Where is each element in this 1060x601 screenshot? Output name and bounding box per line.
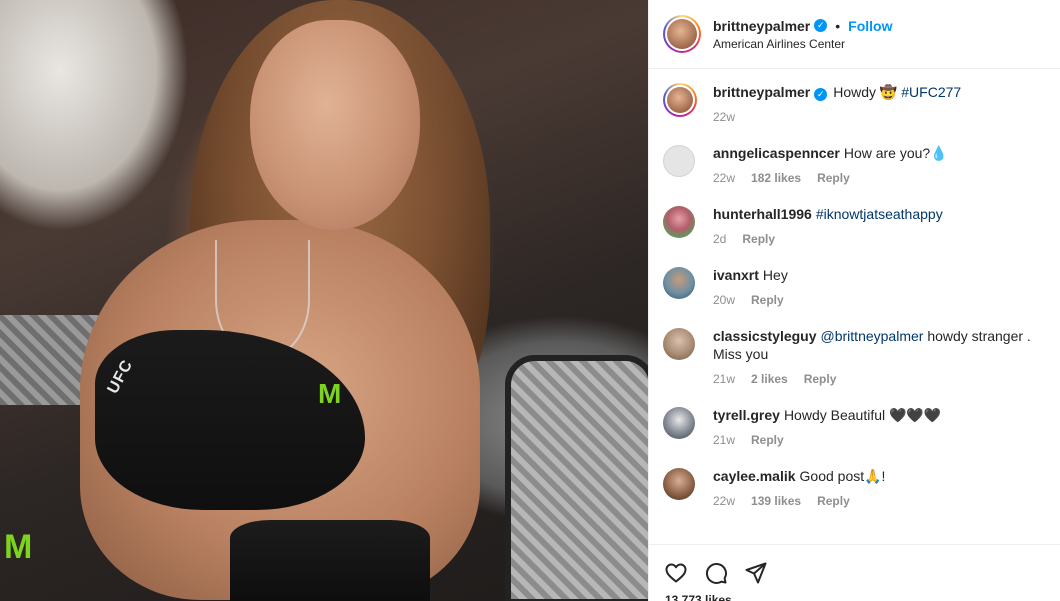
commenter-avatar[interactable]: [663, 468, 695, 500]
chair-right: [505, 355, 648, 601]
post-sidebar: brittneypalmer ✓ • Follow American Airli…: [648, 0, 1060, 601]
instagram-post: UFC M M brittneypalmer ✓ • Follow Americ…: [0, 0, 1060, 601]
comment-icon[interactable]: [703, 560, 729, 586]
comment-text: Howdy Beautiful 🖤🖤🖤: [783, 407, 942, 423]
verified-badge-icon: ✓: [814, 19, 828, 32]
comment-item: anngelicaspenncer How are you?💧 22w 182 l…: [663, 144, 1044, 185]
verified-badge-icon: ✓: [814, 88, 828, 101]
caption-text: Howdy 🤠: [833, 84, 898, 100]
comment-likes[interactable]: 139 likes: [751, 494, 801, 508]
comment-item: caylee.malik Good post🙏! 22w 139 likes Re…: [663, 467, 1044, 508]
profile-avatar[interactable]: [663, 15, 701, 53]
commenter-avatar[interactable]: [663, 206, 695, 238]
comment-hashtag[interactable]: #iknowtjatseathappy: [816, 206, 943, 222]
monster-logo-shorts: M: [4, 528, 33, 566]
comment-text: How are you?💧: [843, 145, 948, 161]
comment-item: ivanxrt Hey 20w Reply: [663, 266, 1044, 307]
comment-item: tyrell.grey Howdy Beautiful 🖤🖤🖤 21w Reply: [663, 406, 1044, 447]
post-header: brittneypalmer ✓ • Follow American Airli…: [649, 0, 1060, 69]
comment-username[interactable]: anngelicaspenncer: [713, 145, 840, 161]
comment-username[interactable]: caylee.malik: [713, 468, 796, 484]
face: [250, 20, 420, 230]
commenter-avatar[interactable]: [663, 267, 695, 299]
reply-button[interactable]: Reply: [804, 372, 837, 386]
comment-likes[interactable]: 182 likes: [751, 171, 801, 185]
comment-item: hunterhall1996 #iknowtjatseathappy 2d Rep…: [663, 205, 1044, 246]
comment-time[interactable]: 21w: [713, 372, 735, 386]
location-link[interactable]: American Airlines Center: [713, 37, 892, 51]
post-photo[interactable]: UFC M M: [0, 0, 648, 601]
comment-text: Good post🙏!: [799, 468, 886, 484]
caption-username[interactable]: brittneypalmer: [713, 84, 810, 100]
shorts: [230, 520, 430, 601]
separator-dot: •: [835, 17, 841, 34]
comment-username[interactable]: ivanxrt: [713, 267, 759, 283]
comment-item: classicstyleguy @brittneypalmer howdy str…: [663, 327, 1044, 386]
monster-logo: M: [318, 378, 342, 409]
comment-text: Hey: [762, 267, 788, 283]
reply-button[interactable]: Reply: [751, 433, 784, 447]
commenter-avatar[interactable]: [663, 407, 695, 439]
likes-count[interactable]: 13,773 likes: [665, 593, 732, 601]
caption-time[interactable]: 22w: [713, 110, 735, 124]
heart-icon[interactable]: [663, 560, 689, 586]
comment-time[interactable]: 21w: [713, 433, 735, 447]
comment-likes[interactable]: 2 likes: [751, 372, 788, 386]
comment-time[interactable]: 22w: [713, 171, 735, 185]
caption-hashtag[interactable]: #UFC277: [901, 84, 961, 100]
follow-button[interactable]: Follow: [848, 18, 892, 34]
commenter-avatar[interactable]: [663, 328, 695, 360]
comment-username[interactable]: classicstyleguy: [713, 328, 817, 344]
reply-button[interactable]: Reply: [817, 494, 850, 508]
comment-time[interactable]: 2d: [713, 232, 726, 246]
reply-button[interactable]: Reply: [817, 171, 850, 185]
comment-time[interactable]: 20w: [713, 293, 735, 307]
paper-plane-icon[interactable]: [743, 560, 769, 586]
comment-mention[interactable]: @brittneypalmer: [821, 328, 924, 344]
commenter-avatar[interactable]: [663, 145, 695, 177]
comment-username[interactable]: hunterhall1996: [713, 206, 812, 222]
reply-button[interactable]: Reply: [742, 232, 775, 246]
caption: brittneypalmer ✓ Howdy 🤠 #UFC277 22w: [663, 83, 1044, 124]
comments-list[interactable]: brittneypalmer ✓ Howdy 🤠 #UFC277 22w annge…: [649, 69, 1060, 544]
header-username[interactable]: brittneypalmer: [713, 18, 810, 34]
comment-time[interactable]: 22w: [713, 494, 735, 508]
caption-avatar[interactable]: [663, 83, 697, 117]
reply-button[interactable]: Reply: [751, 293, 784, 307]
comment-username[interactable]: tyrell.grey: [713, 407, 780, 423]
